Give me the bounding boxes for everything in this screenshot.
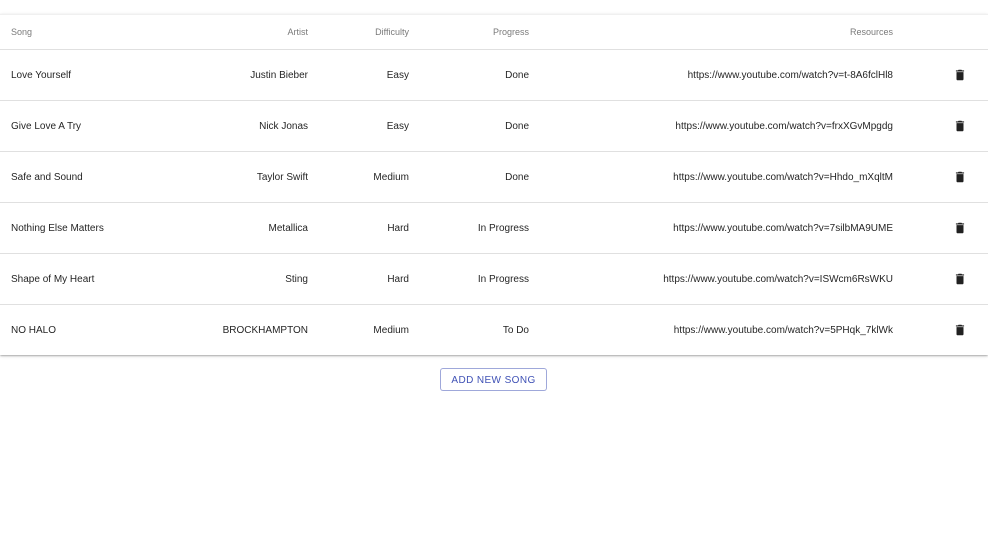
header-difficulty: Difficulty [308, 15, 409, 50]
row-actions [893, 49, 988, 101]
table-row: Shape of My Heart Sting Hard In Progress… [0, 253, 988, 305]
row-actions [893, 100, 988, 152]
artist-cell: Justin Bieber [181, 49, 308, 101]
header-song: Song [0, 15, 181, 50]
song-cell: Give Love A Try [0, 100, 181, 152]
trash-icon[interactable] [953, 170, 967, 184]
difficulty-cell: Hard [308, 253, 409, 305]
add-new-song-button[interactable]: ADD NEW SONG [440, 368, 547, 391]
row-actions [893, 253, 988, 305]
progress-cell: To Do [502, 324, 529, 336]
table-row: Give Love A Try Nick Jonas Easy Done htt… [0, 100, 988, 152]
resource-cell: https://www.youtube.com/watch?v=frxXGvMp… [529, 100, 893, 152]
song-cell: NO HALO [11, 324, 57, 336]
header-progress: Progress [409, 15, 529, 50]
trash-icon[interactable] [953, 221, 967, 235]
trash-icon[interactable] [953, 323, 967, 337]
row-actions [893, 305, 988, 356]
progress-cell: Done [409, 49, 529, 101]
artist-cell: Taylor Swift [181, 151, 308, 203]
progress-cell: Done [409, 100, 529, 152]
table-row: Nothing Else Matters Metallica Hard In P… [0, 202, 988, 254]
progress-cell: In Progress [409, 253, 529, 305]
table-row: NO HALO BROCKHAMPTON Medium To Do https:… [0, 305, 988, 356]
add-song-area: ADD NEW SONG [0, 368, 988, 391]
song-cell: Shape of My Heart [0, 253, 181, 305]
trash-icon[interactable] [953, 119, 967, 133]
table-header-row: Song Artist Difficulty Progress Resource… [0, 15, 988, 50]
header-artist: Artist [181, 15, 308, 50]
header-resources: Resources [529, 15, 893, 50]
progress-cell: In Progress [409, 202, 529, 254]
difficulty-cell: Easy [308, 49, 409, 101]
songs-table-container: Song Artist Difficulty Progress Resource… [0, 14, 988, 355]
progress-cell: Done [409, 151, 529, 203]
songs-table: Song Artist Difficulty Progress Resource… [0, 15, 988, 355]
song-cell: Safe and Sound [0, 151, 181, 203]
difficulty-cell: Easy [308, 100, 409, 152]
trash-icon[interactable] [953, 272, 967, 286]
difficulty-cell: Medium [373, 324, 409, 336]
artist-cell: BROCKHAMPTON [222, 324, 308, 336]
song-cell: Love Yourself [0, 49, 181, 101]
song-cell: Nothing Else Matters [0, 202, 181, 254]
artist-cell: Metallica [181, 202, 308, 254]
table-row: Safe and Sound Taylor Swift Medium Done … [0, 151, 988, 203]
table-row: Love Yourself Justin Bieber Easy Done ht… [0, 49, 988, 101]
artist-cell: Sting [181, 253, 308, 305]
difficulty-cell: Medium [308, 151, 409, 203]
resource-cell: https://www.youtube.com/watch?v=5PHqk_7k… [673, 324, 893, 336]
artist-cell: Nick Jonas [181, 100, 308, 152]
row-actions [893, 151, 988, 203]
header-actions [893, 15, 988, 50]
resource-cell: https://www.youtube.com/watch?v=t-8A6fcl… [529, 49, 893, 101]
trash-icon[interactable] [953, 68, 967, 82]
resource-cell: https://www.youtube.com/watch?v=ISWcm6Rs… [529, 253, 893, 305]
difficulty-cell: Hard [308, 202, 409, 254]
resource-cell: https://www.youtube.com/watch?v=Hhdo_mXq… [529, 151, 893, 203]
resource-cell: https://www.youtube.com/watch?v=7silbMA9… [529, 202, 893, 254]
row-actions [893, 202, 988, 254]
